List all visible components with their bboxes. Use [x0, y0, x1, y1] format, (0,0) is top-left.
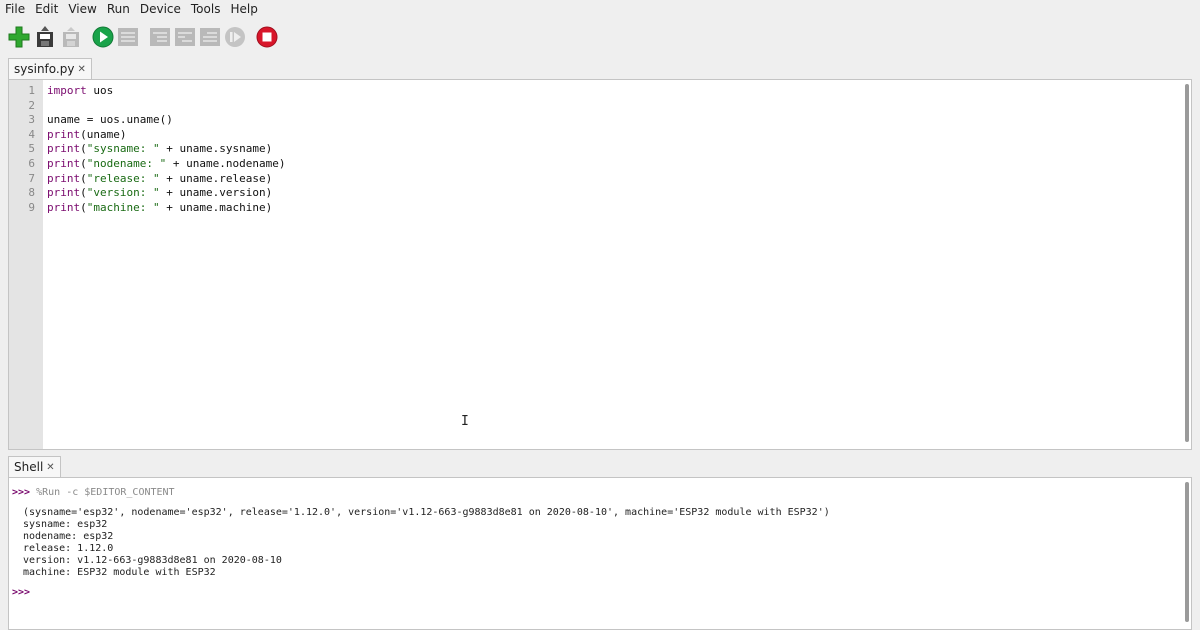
- run-icon[interactable]: [91, 25, 115, 49]
- code-token: print: [47, 142, 81, 156]
- code-token: print: [47, 186, 81, 200]
- resume-icon[interactable]: [223, 25, 247, 49]
- code-token: uos: [86, 84, 114, 97]
- shell-output-line: sysname: esp32: [23, 519, 108, 530]
- toolbar: [0, 22, 1200, 52]
- open-file-icon[interactable]: [33, 25, 57, 49]
- line-number: 4: [28, 127, 35, 141]
- step-out-icon[interactable]: [198, 25, 222, 49]
- code-line: print("version: " + uname.version): [47, 186, 272, 201]
- line-number: 5: [28, 142, 35, 156]
- code-token: + uname.sysname): [159, 142, 273, 156]
- code-token: print: [47, 171, 81, 185]
- code-token: "machine: ": [86, 200, 160, 214]
- shell-output-line: (sysname='esp32', nodename='esp32', rele…: [23, 507, 830, 518]
- code-line: print(uname): [47, 128, 126, 143]
- code-line: print("release: " + uname.release): [47, 172, 272, 187]
- code-line: print("machine: " + uname.machine): [47, 201, 272, 216]
- code-token: print: [47, 127, 81, 141]
- close-icon[interactable]: ✕: [77, 59, 85, 80]
- code-token: + uname.version): [159, 186, 273, 200]
- code-token: "sysname: ": [86, 142, 160, 156]
- line-number: 7: [28, 171, 35, 185]
- code-token: "version: ": [86, 186, 160, 200]
- code-token: (: [80, 142, 87, 156]
- code-token: print: [47, 157, 81, 170]
- code-token: "nodename: ": [86, 157, 167, 170]
- code-line: uname = uos.uname(): [47, 113, 173, 128]
- editor-scrollbar[interactable]: [1185, 84, 1189, 442]
- code-token: + uname.machine): [159, 200, 273, 214]
- tab-label: Shell: [14, 460, 44, 474]
- line-number: 8: [28, 186, 35, 200]
- code-line: print("nodename: " + uname.nodename): [47, 157, 285, 172]
- line-number: 9: [28, 200, 35, 214]
- menu-tools[interactable]: Tools: [186, 0, 226, 18]
- code-token: (: [80, 200, 87, 214]
- line-number: 1: [28, 84, 35, 97]
- code-token: print: [47, 200, 81, 214]
- shell-prompt: >>>: [12, 587, 31, 598]
- tab-shell[interactable]: Shell ✕: [8, 456, 61, 478]
- shell-scrollbar[interactable]: [1185, 482, 1189, 622]
- code-token: (: [80, 171, 87, 185]
- code-token: import: [47, 84, 87, 97]
- code-token: (uname): [80, 127, 127, 141]
- shell-command-line: >>> %Run -c $EDITOR_CONTENT: [12, 487, 175, 498]
- menu-edit[interactable]: Edit: [30, 0, 63, 18]
- new-file-icon[interactable]: [7, 25, 31, 49]
- shell-prompt: >>>: [12, 487, 31, 498]
- line-number: 2: [28, 98, 35, 112]
- menu-device[interactable]: Device: [135, 0, 186, 18]
- code-token: uname = uos.uname(): [47, 113, 173, 127]
- code-line: import uos: [47, 84, 113, 99]
- shell-input-line[interactable]: >>>: [12, 587, 30, 598]
- shell-output-line: version: v1.12-663-g9883d8e81 on 2020-08…: [23, 555, 282, 566]
- menu-run[interactable]: Run: [102, 0, 135, 18]
- tab-sysinfo[interactable]: sysinfo.py ✕: [8, 58, 92, 80]
- step-into-icon[interactable]: [173, 25, 197, 49]
- menu-file[interactable]: File: [0, 0, 30, 18]
- code-token: (: [80, 157, 87, 170]
- save-file-icon[interactable]: [59, 25, 83, 49]
- menu-help[interactable]: Help: [225, 0, 262, 18]
- line-number-gutter: 1 2 3 4 5 6 7 8 9: [9, 80, 43, 449]
- code-token: (: [80, 186, 87, 200]
- shell-command: %Run -c $EDITOR_CONTENT: [36, 487, 175, 498]
- step-over-icon[interactable]: [148, 25, 172, 49]
- close-icon[interactable]: ✕: [46, 457, 54, 478]
- code-line: print("sysname: " + uname.sysname): [47, 142, 272, 157]
- line-number: 3: [28, 113, 35, 127]
- shell-output-line: machine: ESP32 module with ESP32: [23, 567, 216, 578]
- code-token: + uname.release): [159, 171, 273, 185]
- code-token: "release: ": [86, 171, 160, 185]
- shell-output-line: release: 1.12.0: [23, 543, 114, 554]
- debug-icon[interactable]: [116, 25, 140, 49]
- text-cursor-icon: I: [461, 414, 469, 429]
- menu-bar: File Edit View Run Device Tools Help: [0, 0, 1200, 18]
- code-token: + uname.nodename): [166, 157, 286, 170]
- shell-output-line: nodename: esp32: [23, 531, 114, 542]
- stop-icon[interactable]: [255, 25, 279, 49]
- tab-label: sysinfo.py: [14, 62, 75, 76]
- menu-view[interactable]: View: [63, 0, 101, 18]
- line-number: 6: [28, 157, 35, 170]
- shell-console[interactable]: >>> %Run -c $EDITOR_CONTENT (sysname='es…: [8, 477, 1192, 630]
- code-editor[interactable]: 1 2 3 4 5 6 7 8 9 import uos uname = uos.…: [8, 79, 1192, 450]
